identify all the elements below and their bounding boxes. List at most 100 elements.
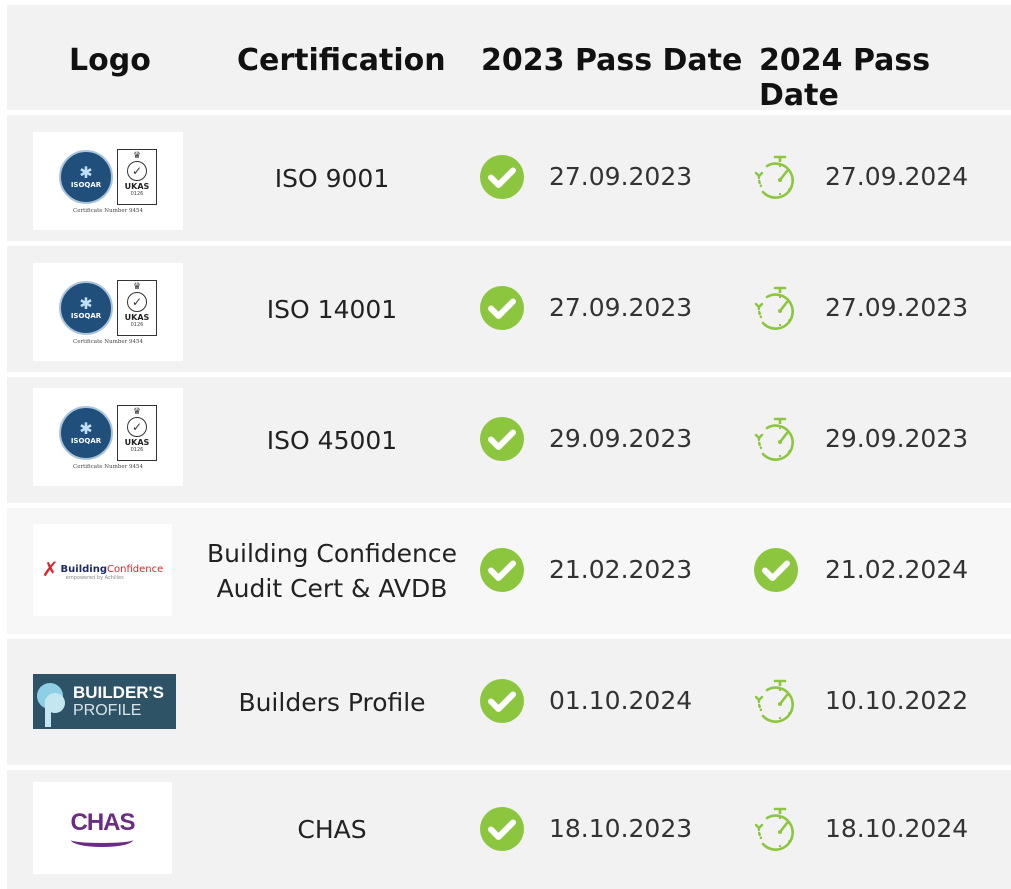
status-2024 xyxy=(753,154,801,202)
table-row: ✗ Building Confidence empowered by Achill… xyxy=(7,508,1011,634)
ukas-label: UKAS xyxy=(124,437,150,447)
date-2023: 01.10.2024 xyxy=(549,686,693,715)
logo-cell: ✱ ISOQAR ♛ ✓ UKAS 0126 Certificate Numbe… xyxy=(33,132,183,230)
stopwatch-icon xyxy=(754,679,794,723)
logo-sub: empowered by Achilles xyxy=(65,575,124,581)
date-2023: 21.02.2023 xyxy=(549,555,693,584)
table-row: ✱ ISOQAR ♛ ✓ UKAS 0126 Certificate Numbe… xyxy=(7,377,1011,503)
check-circle-icon xyxy=(480,155,524,199)
chas-wordmark: CHAS xyxy=(70,809,135,836)
table-row: ✱ ISOQAR ♛ ✓ UKAS 0126 Certificate Numbe… xyxy=(7,115,1011,241)
logo-building: Building xyxy=(60,563,107,575)
certification-line: Building Confidence xyxy=(207,539,457,568)
ukas-label: UKAS xyxy=(124,181,150,191)
date-2024: 10.10.2022 xyxy=(825,686,969,715)
certification-table: Logo Certification 2023 Pass Date 2024 P… xyxy=(7,5,1011,889)
crown-icon: ♛ xyxy=(132,150,142,161)
table-body: ✱ ISOQAR ♛ ✓ UKAS 0126 Certificate Numbe… xyxy=(7,110,1011,889)
check-circle-icon xyxy=(480,679,524,723)
status-2023 xyxy=(479,285,527,333)
certification-name: CHAS xyxy=(197,812,467,847)
date-2024: 18.10.2024 xyxy=(825,813,969,843)
header-logo: Logo xyxy=(69,43,151,78)
certification-line: Builders Profile xyxy=(238,687,426,717)
certificate-number: Certificate Number 9454 xyxy=(72,207,144,214)
check-circle-icon xyxy=(480,417,524,461)
tick-icon: ✓ xyxy=(127,291,147,312)
certification-name: ISO 9001 xyxy=(197,161,467,196)
check-circle-icon xyxy=(754,548,798,592)
status-2024 xyxy=(753,416,801,464)
certificate-number: Certificate Number 9454 xyxy=(72,338,144,345)
logo-confidence: Confidence xyxy=(107,563,164,575)
bp-mark-icon xyxy=(33,677,73,727)
x-mark-icon: ✗ xyxy=(41,557,59,581)
logo-cell: BUILDER'S PROFILE xyxy=(33,674,176,729)
ukas-code: 0126 xyxy=(130,190,144,197)
isoqar-badge: ✱ ISOQAR xyxy=(59,280,113,335)
status-2024 xyxy=(753,285,801,333)
date-2023: 27.09.2023 xyxy=(549,162,693,191)
check-circle-icon xyxy=(480,806,524,851)
tick-icon: ✓ xyxy=(127,416,147,437)
check-circle-icon xyxy=(480,548,524,592)
crown-icon: ♛ xyxy=(132,281,142,292)
isoqar-star-icon: ✱ xyxy=(79,418,93,438)
stopwatch-icon xyxy=(754,286,794,330)
isoqar-ukas-logo: ✱ ISOQAR ♛ ✓ UKAS 0126 Certificate Numbe… xyxy=(58,404,158,470)
status-2023 xyxy=(479,547,527,595)
certification-line: CHAS xyxy=(297,815,367,844)
certification-line: ISO 45001 xyxy=(266,425,398,455)
isoqar-star-icon: ✱ xyxy=(79,293,93,313)
status-2024 xyxy=(753,678,801,726)
ukas-mark: ♛ ✓ UKAS 0126 xyxy=(117,404,157,461)
chas-logo: CHAS xyxy=(70,809,136,847)
ukas-mark: ♛ ✓ UKAS 0126 xyxy=(117,148,157,205)
isoqar-label: ISOQAR xyxy=(70,180,102,189)
certificate-number: Certificate Number 9454 xyxy=(72,463,144,470)
date-2024: 29.09.2023 xyxy=(825,424,969,453)
check-circle-icon xyxy=(480,286,524,330)
bp-line2: PROFILE xyxy=(73,701,142,719)
certification-line: ISO 9001 xyxy=(274,163,390,193)
isoqar-badge: ✱ ISOQAR xyxy=(59,149,113,204)
date-2023: 18.10.2023 xyxy=(549,813,693,843)
logo-cell: ✗ Building Confidence empowered by Achill… xyxy=(33,524,172,616)
date-2023: 27.09.2023 xyxy=(549,293,693,322)
isoqar-ukas-logo: ✱ ISOQAR ♛ ✓ UKAS 0126 Certificate Numbe… xyxy=(58,148,158,214)
table-row: BUILDER'S PROFILE Builders Profile 01.10… xyxy=(7,639,1011,765)
isoqar-label: ISOQAR xyxy=(70,311,102,320)
ukas-mark: ♛ ✓ UKAS 0126 xyxy=(117,279,157,336)
date-2024: 27.09.2023 xyxy=(825,293,969,322)
date-2024: 27.09.2024 xyxy=(825,162,969,191)
table-header: Logo Certification 2023 Pass Date 2024 P… xyxy=(7,5,1011,113)
logo-cell: ✱ ISOQAR ♛ ✓ UKAS 0126 Certificate Numbe… xyxy=(33,263,183,361)
bp-line1: BUILDER'S xyxy=(73,682,164,702)
status-2024 xyxy=(753,547,801,595)
status-2023 xyxy=(479,416,527,464)
stopwatch-icon xyxy=(754,417,794,461)
header-2023-pass-date: 2023 Pass Date xyxy=(481,43,743,78)
header-certification: Certification xyxy=(237,43,446,78)
ukas-code: 0126 xyxy=(130,321,144,328)
builders-profile-logo: BUILDER'S PROFILE xyxy=(33,674,176,729)
status-2023 xyxy=(479,154,527,202)
stopwatch-icon xyxy=(754,807,794,851)
date-2023: 29.09.2023 xyxy=(549,424,693,453)
header-2024-pass-date: 2024 Pass Date xyxy=(759,43,931,113)
ukas-code: 0126 xyxy=(130,446,144,453)
crown-icon: ♛ xyxy=(132,406,142,417)
status-2024 xyxy=(753,806,801,854)
certification-name: ISO 45001 xyxy=(197,423,467,458)
building-confidence-logo: ✗ Building Confidence empowered by Achill… xyxy=(42,559,163,581)
certification-name: Builders Profile xyxy=(197,685,467,720)
status-2023 xyxy=(479,678,527,726)
status-2023 xyxy=(479,806,527,854)
tick-icon: ✓ xyxy=(127,160,147,181)
isoqar-star-icon: ✱ xyxy=(79,162,93,182)
logo-cell: ✱ ISOQAR ♛ ✓ UKAS 0126 Certificate Numbe… xyxy=(33,388,183,486)
certification-line: Audit Cert & AVDB xyxy=(216,574,448,603)
certification-line: ISO 14001 xyxy=(266,294,398,324)
table-row: CHAS CHAS 18.10.2023 18.10.2024 xyxy=(7,770,1011,889)
isoqar-ukas-logo: ✱ ISOQAR ♛ ✓ UKAS 0126 Certificate Numbe… xyxy=(58,279,158,345)
